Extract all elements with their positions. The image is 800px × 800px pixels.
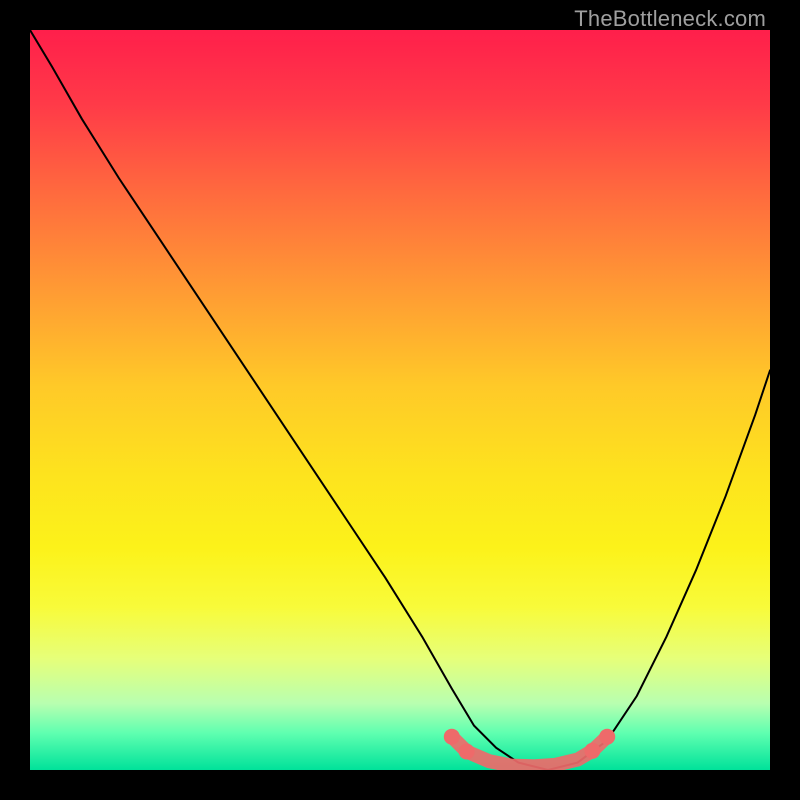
chart-frame: TheBottleneck.com (0, 0, 800, 800)
optimal-range-marker-bead (599, 729, 615, 745)
bottleneck-curve (30, 30, 770, 770)
optimal-range-marker-bead (459, 744, 475, 760)
optimal-range-marker-bead (584, 743, 600, 759)
optimal-range-marker-bead (444, 729, 460, 745)
watermark-text: TheBottleneck.com (574, 6, 766, 32)
plot-area (30, 30, 770, 770)
optimal-range-marker (452, 737, 607, 767)
curves-svg (30, 30, 770, 770)
